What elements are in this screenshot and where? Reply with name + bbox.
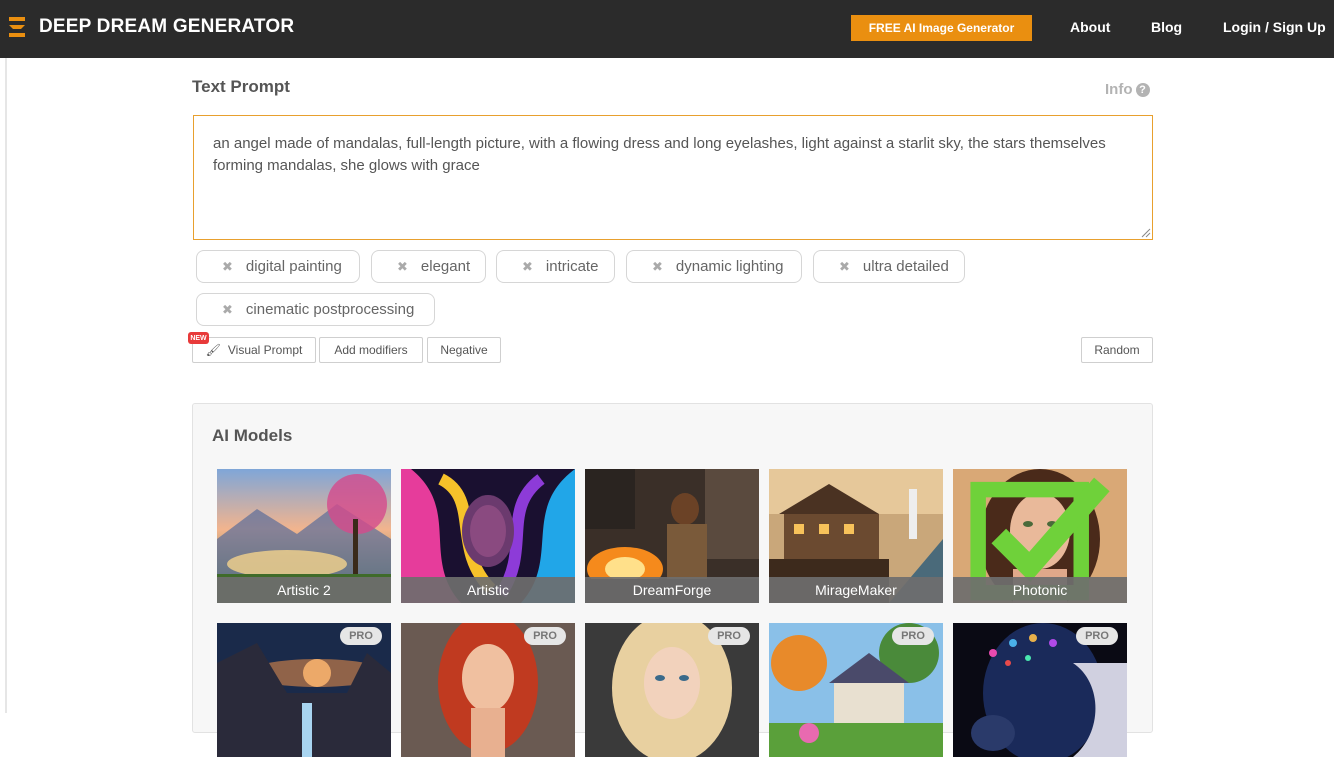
model-card-pro[interactable]: PRO	[769, 623, 943, 757]
pro-badge: PRO	[1076, 627, 1118, 645]
tag-label: elegant	[420, 258, 471, 275]
tag-label: cinematic postprocessing	[245, 301, 415, 318]
model-label: Artistic 2	[217, 577, 391, 603]
model-card-pro[interactable]: PRO	[401, 623, 575, 757]
pro-badge: PRO	[340, 627, 382, 645]
model-card-miragemaker[interactable]: MirageMaker	[769, 469, 943, 603]
modifier-tag[interactable]: ✖ elegant	[371, 250, 486, 283]
visual-prompt-button[interactable]: 🖌 Visual Prompt	[192, 337, 316, 363]
remove-tag-icon[interactable]: ✖	[222, 302, 233, 318]
pro-badge: PRO	[524, 627, 566, 645]
remove-tag-icon[interactable]: ✖	[222, 259, 233, 275]
modifier-tag[interactable]: ✖ ultra detailed	[813, 250, 965, 283]
info-label: Info	[1105, 81, 1133, 98]
question-icon: ?	[1135, 82, 1150, 97]
model-card-pro[interactable]: PRO	[953, 623, 1127, 757]
brush-icon: 🖌	[205, 343, 221, 357]
nav-blog-link[interactable]: Blog	[1151, 19, 1182, 35]
nav-about-link[interactable]: About	[1070, 19, 1110, 35]
modifier-tag[interactable]: ✖ intricate	[496, 250, 615, 283]
random-button[interactable]: Random	[1081, 337, 1153, 363]
visual-prompt-label: Visual Prompt	[227, 343, 303, 357]
logo-icon[interactable]	[9, 17, 25, 37]
top-navbar: DEEP DREAM GENERATOR FREE AI Image Gener…	[0, 0, 1334, 58]
model-card-artistic[interactable]: Artistic	[401, 469, 575, 603]
model-label: Artistic	[401, 577, 575, 603]
model-label: Photonic	[953, 577, 1127, 603]
ai-models-title: AI Models	[212, 426, 293, 445]
left-border	[5, 58, 7, 713]
free-ai-image-generator-button[interactable]: FREE AI Image Generator	[851, 15, 1032, 41]
new-badge: NEW	[188, 332, 209, 344]
negative-button[interactable]: Negative	[427, 337, 501, 363]
tag-label: digital painting	[245, 258, 342, 275]
modifier-tag[interactable]: ✖ cinematic postprocessing	[196, 293, 435, 326]
resize-grip-icon[interactable]	[1141, 228, 1151, 238]
text-prompt-input[interactable]	[193, 115, 1153, 240]
tag-label: dynamic lighting	[675, 258, 784, 275]
model-card-pro[interactable]: PRO	[217, 623, 391, 757]
model-card-dreamforge[interactable]: DreamForge	[585, 469, 759, 603]
remove-tag-icon[interactable]: ✖	[839, 259, 850, 275]
remove-tag-icon[interactable]: ✖	[522, 259, 533, 275]
model-card-photonic[interactable]: Photonic	[953, 469, 1127, 603]
tag-label: intricate	[545, 258, 599, 275]
nav-login-signup-link[interactable]: Login / Sign Up	[1223, 19, 1326, 35]
model-card-artistic-2[interactable]: Artistic 2	[217, 469, 391, 603]
add-modifiers-button[interactable]: Add modifiers	[319, 337, 423, 363]
modifier-tag[interactable]: ✖ digital painting	[196, 250, 360, 283]
remove-tag-icon[interactable]: ✖	[652, 259, 663, 275]
text-prompt-title: Text Prompt	[192, 77, 290, 96]
pro-badge: PRO	[708, 627, 750, 645]
pro-badge: PRO	[892, 627, 934, 645]
modifier-tag[interactable]: ✖ dynamic lighting	[626, 250, 802, 283]
logo-text[interactable]: DEEP DREAM GENERATOR	[39, 16, 294, 38]
tag-label: ultra detailed	[862, 258, 949, 275]
remove-tag-icon[interactable]: ✖	[397, 259, 408, 275]
model-label: DreamForge	[585, 577, 759, 603]
info-link[interactable]: Info ?	[1105, 81, 1150, 98]
model-label: MirageMaker	[769, 577, 943, 603]
model-card-pro[interactable]: PRO	[585, 623, 759, 757]
